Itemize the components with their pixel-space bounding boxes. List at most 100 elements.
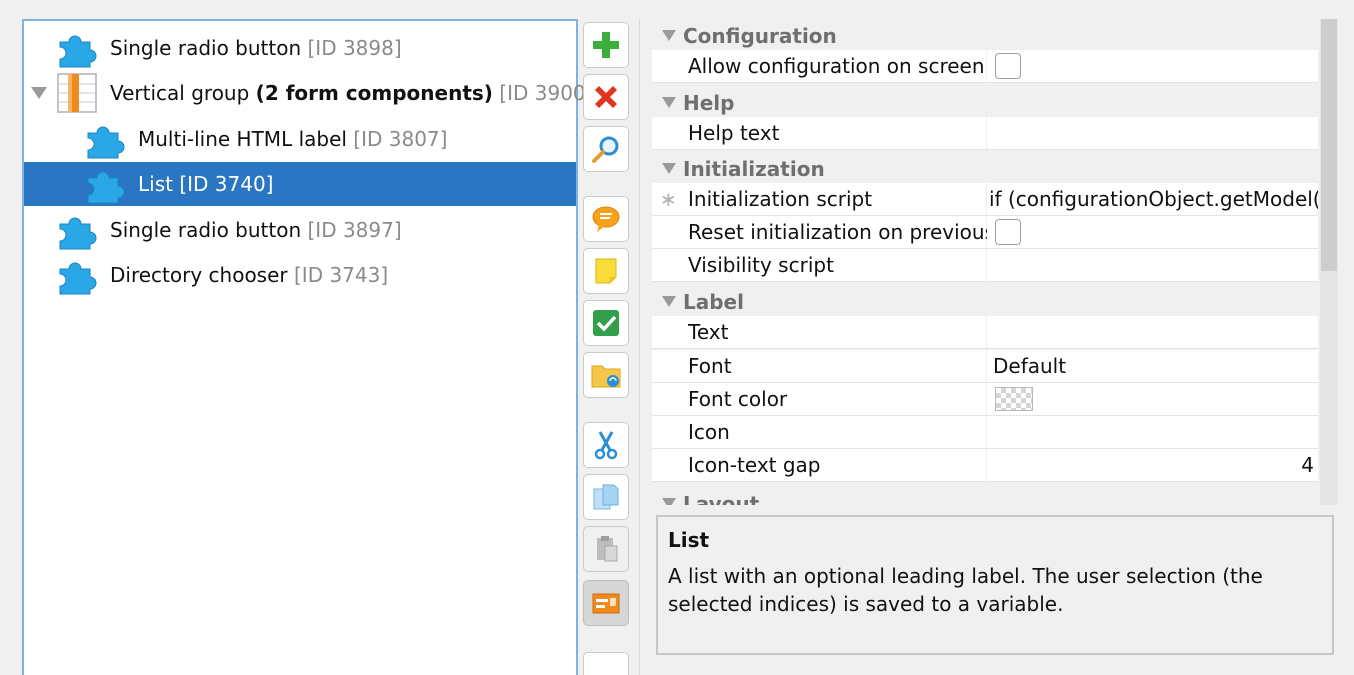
- copy-button[interactable]: [583, 474, 629, 520]
- property-sheet-scrollbar[interactable]: [1320, 19, 1338, 505]
- section-layout[interactable]: Layout: [652, 489, 1318, 505]
- tree-item-label: Single radio button: [110, 218, 302, 242]
- section-title: Configuration: [683, 24, 837, 48]
- section-title: Layout: [683, 492, 760, 505]
- search-component-button[interactable]: [583, 126, 629, 172]
- component-description-panel: List A list with an optional leading lab…: [656, 515, 1334, 655]
- tree-item-id: [ID 3898]: [307, 36, 402, 60]
- puzzle-piece-icon: [82, 119, 128, 159]
- chevron-down-icon: [662, 97, 676, 108]
- comment-icon: [592, 206, 620, 232]
- add-comment-button[interactable]: [583, 196, 629, 242]
- row-divider: [652, 481, 1318, 482]
- property-row-initialization-script: Initialization script ∗ if (configuratio…: [652, 183, 1318, 216]
- section-title: Label: [683, 290, 744, 314]
- tree-item-multi-line-html-label-3807[interactable]: Multi-line HTML label [ID 3807]: [24, 117, 576, 161]
- initialization-script-field[interactable]: if (configurationObject.getModel().g: [987, 183, 1318, 215]
- property-name: Icon: [652, 416, 986, 448]
- chevron-down-icon: [662, 296, 676, 307]
- magnifier-icon: [592, 136, 619, 163]
- property-value[interactable]: [987, 216, 1318, 248]
- component-card-icon: [592, 593, 620, 614]
- add-note-button[interactable]: [583, 248, 629, 294]
- tree-item-count: (2 form components): [255, 81, 493, 105]
- property-sheet[interactable]: Configuration Allow configuration on scr…: [652, 19, 1318, 505]
- visibility-script-field[interactable]: [987, 249, 1318, 281]
- row-divider: [652, 281, 1318, 282]
- property-name: Icon-text gap: [652, 449, 986, 481]
- property-row-icon-text-gap: Icon-text gap 4: [652, 449, 1318, 482]
- scrollbar-thumb[interactable]: [1321, 19, 1337, 271]
- modified-asterisk-icon: ∗: [660, 187, 677, 211]
- property-row-font-color: Font color: [652, 383, 1318, 416]
- cut-button[interactable]: [583, 422, 629, 468]
- puzzle-piece-icon: [54, 210, 100, 250]
- delete-component-button[interactable]: [583, 74, 629, 120]
- tree-item-directory-chooser-3743[interactable]: Directory chooser [ID 3743]: [24, 253, 576, 297]
- tree-item-list-3740[interactable]: List [ID 3740]: [24, 162, 576, 206]
- section-label[interactable]: Label: [652, 287, 1318, 317]
- tree-item-single-radio-button-3897[interactable]: Single radio button [ID 3897]: [24, 208, 576, 252]
- scissors-icon: [594, 431, 618, 460]
- property-name: Font: [652, 350, 986, 382]
- property-value[interactable]: [987, 50, 1318, 82]
- tree-item-id: [ID 3897]: [307, 218, 402, 242]
- icon-field[interactable]: [987, 416, 1318, 448]
- property-row-visibility-script: Visibility script: [652, 249, 1318, 282]
- property-name: Help text: [652, 117, 986, 149]
- chevron-down-icon: [662, 163, 676, 174]
- description-text: A list with an optional leading label. T…: [668, 564, 1263, 616]
- expand-collapse-toggle[interactable]: [30, 84, 48, 102]
- help-text-field[interactable]: [987, 117, 1318, 149]
- property-name: Allow configuration on screen: [652, 50, 986, 82]
- folder-sync-icon: [591, 365, 621, 388]
- section-initialization[interactable]: Initialization: [652, 154, 1318, 184]
- tree-item-vertical-group-3900[interactable]: Vertical group (2 form components) [ID 3…: [24, 71, 593, 115]
- section-title: Initialization: [683, 157, 825, 181]
- toolbar-divider: [639, 19, 640, 675]
- tree-item-label: Vertical group: [110, 81, 250, 105]
- validate-button[interactable]: [583, 300, 629, 346]
- icon-text-gap-field[interactable]: 4: [987, 449, 1318, 481]
- label-text-field[interactable]: [987, 316, 1318, 348]
- font-color-swatch[interactable]: [995, 387, 1033, 411]
- property-row-help-text: Help text: [652, 117, 1318, 150]
- row-divider: [652, 348, 1318, 349]
- add-component-button[interactable]: [583, 22, 629, 68]
- tree-item-id: [ID 3740]: [179, 172, 274, 196]
- tree-item-label: Single radio button: [110, 36, 302, 60]
- property-row-text: Text: [652, 316, 1318, 349]
- chevron-down-icon: [662, 498, 676, 505]
- section-configuration[interactable]: Configuration: [652, 21, 1318, 51]
- description-title: List: [668, 528, 710, 552]
- property-name: Reset initialization on previous: [652, 216, 995, 248]
- tree-item-single-radio-button-3898[interactable]: Single radio button [ID 3898]: [24, 26, 576, 70]
- paste-button[interactable]: [583, 526, 629, 572]
- puzzle-piece-icon: [54, 28, 100, 68]
- property-name: Text: [652, 316, 986, 348]
- more-toolbar-button[interactable]: [583, 652, 629, 675]
- delete-icon: [595, 86, 617, 108]
- tree-item-label: Multi-line HTML label: [138, 127, 347, 151]
- sticky-note-icon: [595, 258, 617, 284]
- property-name: Initialization script: [652, 183, 986, 215]
- font-field[interactable]: Default: [987, 350, 1318, 382]
- component-description-toggle[interactable]: [583, 580, 629, 626]
- allow-configuration-checkbox[interactable]: [995, 53, 1021, 79]
- form-component-tree[interactable]: Single radio button [ID 3898] Vertical g…: [22, 19, 593, 675]
- folder-action-button[interactable]: [583, 352, 629, 398]
- property-row-reset-initialization: Reset initialization on previous: [652, 216, 1318, 249]
- puzzle-piece-icon: [82, 164, 128, 204]
- copy-icon: [593, 484, 619, 510]
- row-divider: [652, 149, 1318, 150]
- puzzle-piece-icon: [54, 255, 100, 295]
- tree-item-id: [ID 3743]: [294, 263, 389, 287]
- section-help[interactable]: Help: [652, 88, 1318, 118]
- property-value[interactable]: [987, 383, 1318, 415]
- tree-item-label: Directory chooser: [110, 263, 288, 287]
- paste-icon: [597, 536, 618, 562]
- property-name: Visibility script: [652, 249, 986, 281]
- property-row-icon: Icon: [652, 416, 1318, 449]
- reset-initialization-checkbox[interactable]: [995, 219, 1021, 245]
- tree-item-id: [ID 3807]: [353, 127, 448, 151]
